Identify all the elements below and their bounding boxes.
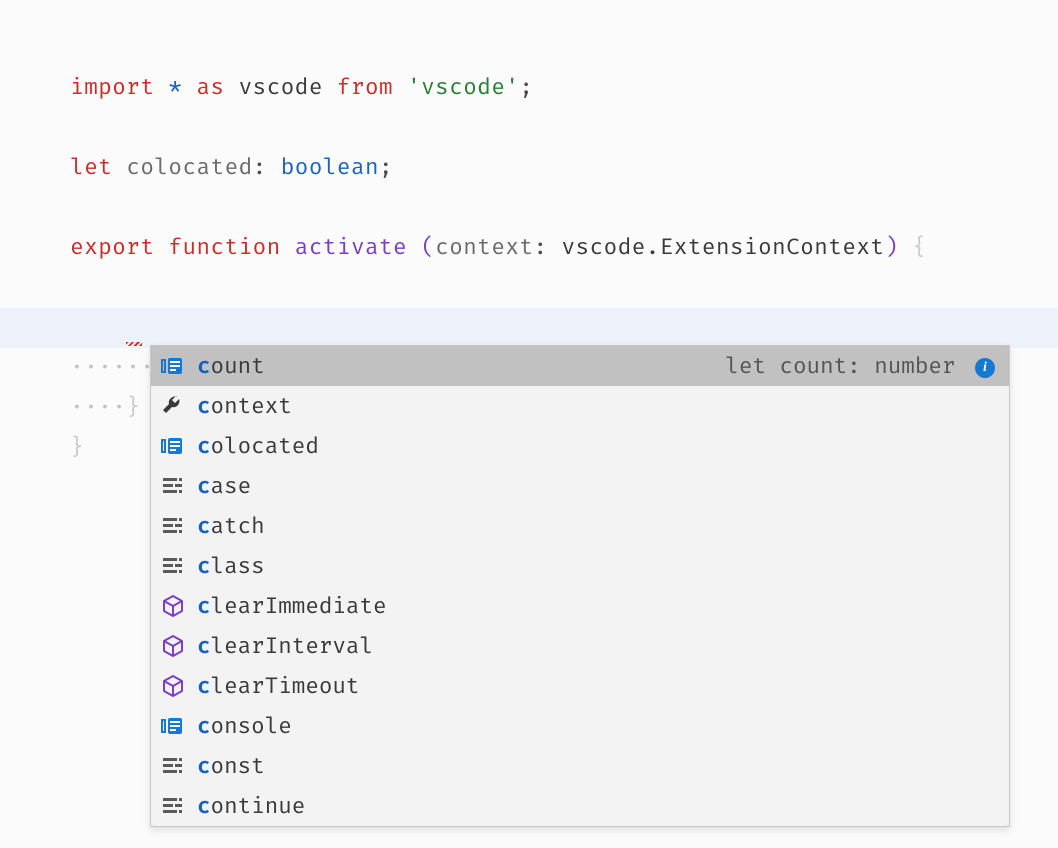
keyword-icon [159,512,187,540]
autocomplete-item[interactable]: clearTimeout [151,666,1009,706]
code-line-active[interactable]: ········cYou, a few seconds ago • Uncomm… [0,308,1058,348]
code-line[interactable]: export function activate (context: vscod… [0,188,1058,228]
autocomplete-label: const [197,753,265,780]
autocomplete-label: clearInterval [197,633,373,660]
autocomplete-item[interactable]: console [151,706,1009,746]
module-icon [159,632,187,660]
autocomplete-item[interactable]: count let count: number i [151,346,1009,386]
autocomplete-item[interactable]: colocated [151,426,1009,466]
autocomplete-item[interactable]: const [151,746,1009,786]
brace-close: } [70,434,84,461]
autocomplete-detail: let count: number i [725,353,999,380]
keyword-icon [159,472,187,500]
autocomplete-label: colocated [197,433,319,460]
code-line[interactable]: let colocated: boolean; [0,108,1058,148]
autocomplete-label: case [197,473,251,500]
autocomplete-item[interactable]: case [151,466,1009,506]
wrench-icon [159,392,187,420]
field-icon [159,352,187,380]
autocomplete-label: continue [197,793,305,820]
info-icon[interactable]: i [975,358,995,378]
autocomplete-item[interactable]: context [151,386,1009,426]
autocomplete-item[interactable]: class [151,546,1009,586]
autocomplete-label: context [197,393,292,420]
field-icon [159,712,187,740]
code-line-blank[interactable] [0,68,1058,108]
keyword-icon [159,792,187,820]
autocomplete-label: count [197,353,265,380]
module-icon [159,592,187,620]
autocomplete-item[interactable]: clearInterval [151,626,1009,666]
keyword-icon [159,552,187,580]
autocomplete-item[interactable]: continue [151,786,1009,826]
autocomplete-label: catch [197,513,265,540]
code-line-blank[interactable] [0,228,1058,268]
code-line-blank[interactable] [0,148,1058,188]
autocomplete-label: console [197,713,292,740]
autocomplete-label: class [197,553,265,580]
code-line[interactable]: ····for (let count = 0; count < 1000; co… [0,268,1058,308]
autocomplete-item[interactable]: clearImmediate [151,586,1009,626]
autocomplete-label: clearImmediate [197,593,387,620]
field-icon [159,432,187,460]
error-squiggle [126,342,142,346]
autocomplete-label: clearTimeout [197,673,359,700]
autocomplete-item[interactable]: catch [151,506,1009,546]
module-icon [159,672,187,700]
keyword-icon [159,752,187,780]
code-line[interactable]: import * as vscode from 'vscode'; [0,28,1058,68]
autocomplete-popup[interactable]: count let count: number i context colocated… [150,345,1010,827]
